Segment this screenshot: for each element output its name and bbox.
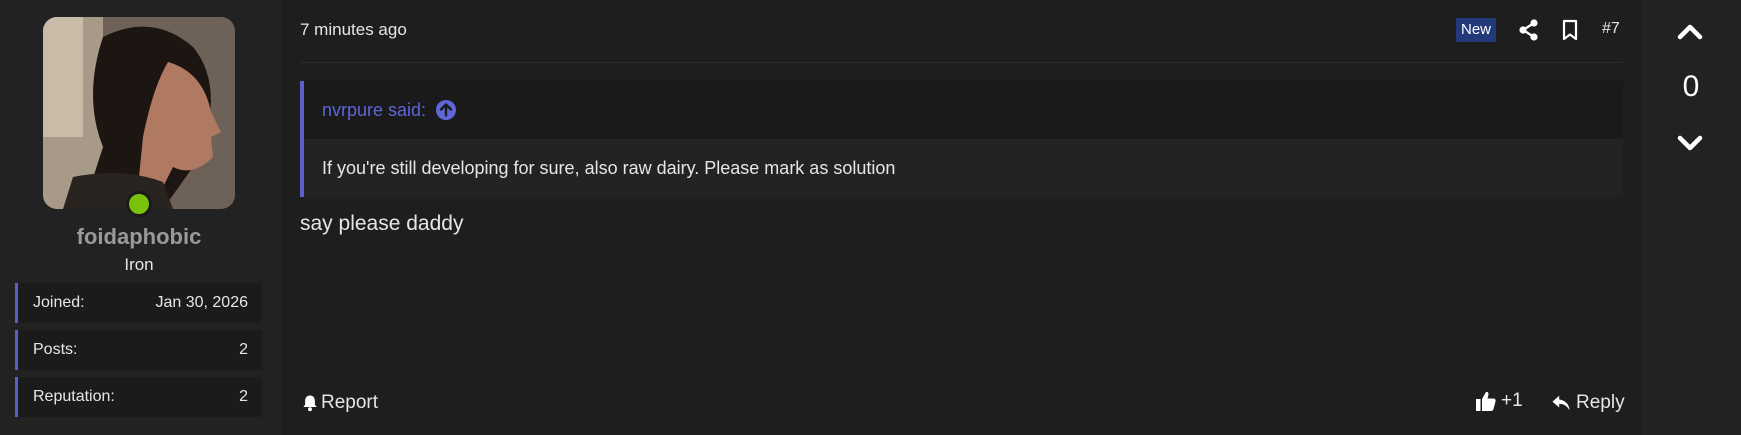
like-count: +1 [1501, 390, 1523, 411]
like-button[interactable]: +1 [1475, 390, 1523, 412]
stat-posts: Posts: 2 [15, 330, 262, 370]
bookmark-icon [1562, 19, 1578, 41]
chevron-down-icon [1677, 135, 1703, 151]
online-status-indicator [126, 191, 152, 217]
report-label: Report [321, 392, 379, 413]
quote-block: nvrpure said: If you're still developing… [300, 81, 1623, 197]
username[interactable]: foidaphobic [0, 224, 278, 250]
quote-content: If you're still developing for sure, als… [304, 139, 1623, 197]
stat-joined: Joined: Jan 30, 2026 [15, 283, 262, 323]
post-number-link[interactable]: #7 [1602, 20, 1620, 38]
share-icon [1519, 19, 1538, 41]
post-arrow [268, 38, 282, 64]
stat-value: Jan 30, 2026 [155, 294, 248, 311]
stat-label: Reputation: [33, 388, 115, 405]
avatar-image [43, 17, 235, 209]
reply-label: Reply [1576, 392, 1625, 413]
header-divider [300, 62, 1623, 63]
user-rank: Iron [124, 255, 154, 274]
quote-header[interactable]: nvrpure said: [304, 81, 1623, 139]
user-panel: foidaphobic Iron Joined: Jan 30, 2026 Po… [0, 0, 282, 435]
avatar[interactable] [43, 17, 235, 209]
vote-column: 0 [1641, 0, 1741, 435]
quote-author[interactable]: nvrpure said: [322, 100, 426, 121]
thumbs-up-icon [1476, 391, 1496, 411]
bookmark-button[interactable] [1559, 18, 1581, 42]
stat-label: Posts: [33, 341, 78, 358]
arrow-up-circle-icon[interactable] [436, 100, 457, 120]
stat-reputation: Reputation: 2 [15, 377, 262, 417]
chevron-up-icon [1677, 24, 1703, 40]
stat-label: Joined: [33, 294, 85, 311]
stat-value: 2 [239, 341, 248, 358]
downvote-button[interactable] [1676, 133, 1704, 153]
report-button[interactable]: Report [302, 392, 378, 414]
post-timestamp[interactable]: 7 minutes ago [300, 20, 407, 40]
stat-value: 2 [239, 388, 248, 405]
vote-count: 0 [1682, 70, 1700, 103]
reply-icon [1552, 395, 1570, 411]
reply-button[interactable]: Reply [1551, 392, 1625, 414]
share-button[interactable] [1518, 18, 1540, 42]
bell-icon [303, 395, 317, 412]
new-badge: New [1456, 18, 1497, 42]
post-message: say please daddy [300, 212, 464, 235]
upvote-button[interactable] [1676, 22, 1704, 42]
